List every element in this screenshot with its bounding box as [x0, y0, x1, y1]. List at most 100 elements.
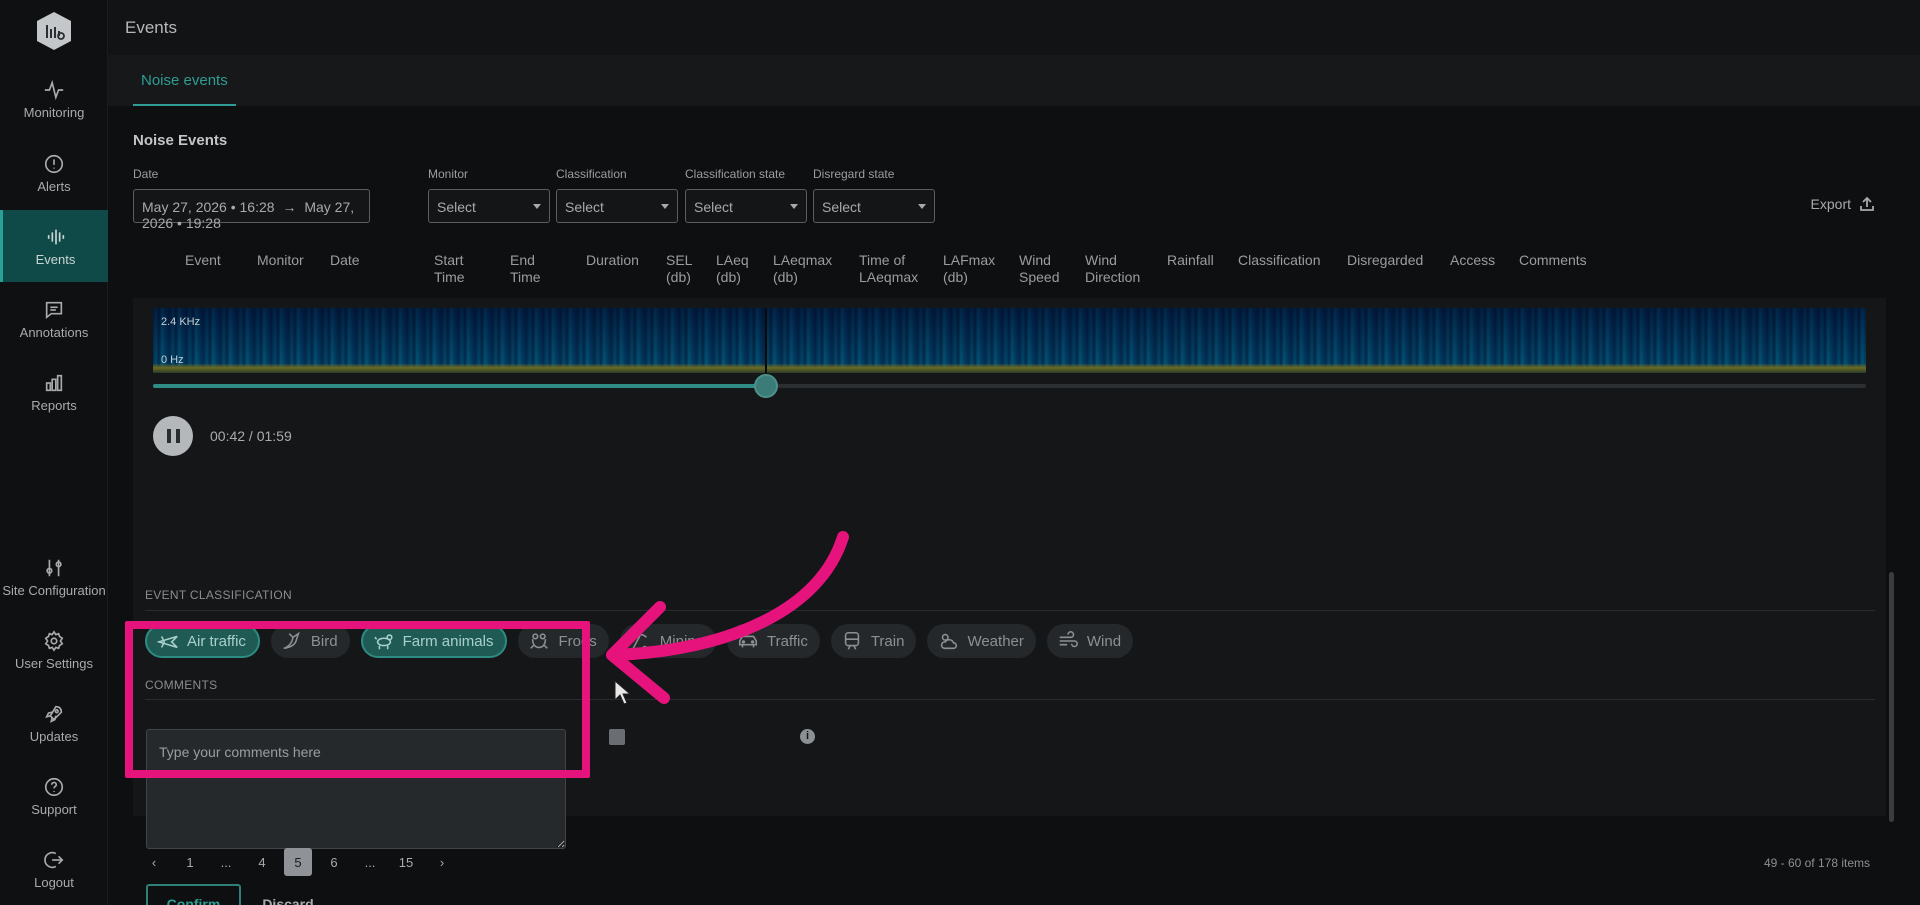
app-logo-icon[interactable] — [34, 10, 74, 52]
nav-updates[interactable]: Updates — [0, 687, 108, 759]
nav-user-settings[interactable]: User Settings — [0, 614, 108, 686]
pagination: ‹ 1 ... 4 5 6 ... 15 › — [140, 848, 456, 876]
nav-events[interactable]: Events — [0, 210, 108, 282]
nav-site-configuration-label: Site Configuration — [2, 582, 106, 598]
date-filter-label: Date — [133, 167, 159, 181]
train-icon — [844, 631, 860, 650]
chip-weather[interactable]: Weather — [927, 624, 1036, 658]
nav-logout[interactable]: Logout — [0, 833, 108, 905]
col-header-end-time[interactable]: End Time — [510, 252, 541, 286]
discard-button[interactable]: Discard — [248, 884, 328, 905]
mouse-cursor-icon — [614, 680, 632, 705]
nav-alerts-label: Alerts — [37, 178, 71, 194]
chevron-right-icon[interactable]: › — [428, 848, 456, 876]
wind-icon — [1059, 631, 1078, 648]
page-ellipsis: ... — [364, 854, 376, 870]
nav-user-settings-label: User Settings — [14, 655, 94, 671]
col-header-sel[interactable]: SEL (db) — [666, 252, 692, 286]
nav-annotations[interactable]: Annotations — [0, 283, 108, 355]
caret-down-icon — [918, 204, 926, 209]
col-header-event[interactable]: Event — [185, 252, 221, 269]
playhead-marker — [765, 308, 767, 373]
pause-button[interactable] — [153, 416, 193, 456]
section-title: Noise Events — [133, 132, 228, 149]
playback-progress — [153, 384, 767, 388]
page-link-current[interactable]: 5 — [284, 848, 312, 876]
page-link[interactable]: 15 — [392, 848, 420, 876]
top-header: Events — [108, 0, 1920, 55]
nav-monitoring[interactable]: Monitoring — [0, 63, 108, 135]
monitor-select-value: Select — [437, 199, 476, 215]
sliders-icon — [46, 559, 62, 576]
info-icon[interactable]: i — [800, 729, 815, 744]
disregard-state-value: Select — [822, 199, 861, 215]
col-header-wind-direction[interactable]: Wind Direction — [1085, 252, 1140, 286]
date-range-picker[interactable]: May 27, 2026 • 16:28 → May 27, 2026 • 19… — [133, 189, 370, 231]
confirm-button[interactable]: Confirm — [146, 884, 241, 905]
nav-site-configuration[interactable]: Site Configuration — [0, 541, 108, 613]
page-title: Events — [125, 18, 177, 37]
playback-slider[interactable] — [153, 374, 1866, 398]
cloud-sun-icon — [941, 633, 958, 650]
col-header-laeq[interactable]: LAeq (db) — [716, 252, 749, 286]
nav-logout-label: Logout — [34, 874, 74, 890]
chip-wind[interactable]: Wind — [1046, 624, 1134, 658]
pickaxe-icon — [631, 633, 648, 651]
rocket-icon — [45, 705, 63, 723]
main-panel: Noise Events Date May 27, 2026 • 16:28 →… — [108, 106, 1920, 905]
monitor-filter-label: Monitor — [428, 167, 469, 181]
col-header-classification[interactable]: Classification — [1238, 252, 1320, 269]
spectrogram-freq-high: 2.4 KHz — [161, 316, 201, 328]
playback-time: 00:42 / 01:59 — [210, 428, 292, 444]
pause-icon — [166, 429, 171, 443]
col-header-rainfall[interactable]: Rainfall — [1167, 252, 1214, 269]
chip-mining[interactable]: Mining — [619, 624, 716, 658]
col-header-access[interactable]: Access — [1450, 252, 1495, 269]
col-header-time-of-laeqmax[interactable]: Time of LAeqmax — [859, 252, 918, 286]
nav-annotations-label: Annotations — [19, 324, 89, 340]
chip-train[interactable]: Train — [830, 624, 917, 658]
classification-select[interactable]: Select — [556, 189, 678, 223]
tab-bar: Noise events — [108, 55, 1920, 106]
col-header-comments[interactable]: Comments — [1519, 252, 1587, 269]
caret-down-icon — [790, 204, 798, 209]
classification-state-value: Select — [694, 199, 733, 215]
nav-events-label: Events — [35, 251, 76, 267]
logout-icon — [44, 851, 64, 868]
classification-select-value: Select — [565, 199, 604, 215]
nav-reports[interactable]: Reports — [0, 356, 108, 428]
caret-down-icon — [661, 204, 669, 209]
export-label: Export — [1810, 196, 1851, 212]
tab-noise-events[interactable]: Noise events — [133, 55, 236, 106]
col-header-monitor[interactable]: Monitor — [257, 252, 304, 269]
page-link[interactable]: 4 — [248, 848, 276, 876]
scrollbar[interactable] — [1889, 572, 1894, 822]
col-header-lafmax[interactable]: LAFmax (db) — [943, 252, 995, 286]
page-link[interactable]: 6 — [320, 848, 348, 876]
page-link[interactable]: 1 — [176, 848, 204, 876]
export-button[interactable]: Export — [1811, 196, 1875, 212]
pagination-info: 49 - 60 of 178 items — [1763, 856, 1870, 870]
col-header-duration[interactable]: Duration — [586, 252, 639, 269]
bar-chart-icon — [45, 374, 63, 391]
chip-traffic[interactable]: Traffic — [726, 624, 820, 658]
col-header-disregarded[interactable]: Disregarded — [1347, 252, 1423, 269]
chevron-left-icon[interactable]: ‹ — [140, 848, 168, 876]
arrow-right-icon: → — [282, 199, 297, 215]
monitor-select[interactable]: Select — [428, 189, 550, 223]
checkbox[interactable] — [609, 729, 625, 745]
col-header-start-time[interactable]: Start Time — [434, 252, 465, 286]
help-circle-icon — [44, 777, 64, 796]
alert-circle-icon — [44, 154, 64, 173]
caret-down-icon — [533, 204, 541, 209]
disregard-state-select[interactable]: Select — [813, 189, 935, 223]
car-icon — [738, 635, 758, 648]
col-header-date[interactable]: Date — [330, 252, 360, 269]
classification-state-select[interactable]: Select — [685, 189, 807, 223]
nav-support[interactable]: Support — [0, 760, 108, 832]
playback-thumb[interactable] — [754, 374, 779, 398]
nav-alerts[interactable]: Alerts — [0, 137, 108, 209]
spectrogram[interactable]: 2.4 KHz 0 Hz — [153, 308, 1866, 373]
col-header-laeqmax[interactable]: LAeqmax (db) — [773, 252, 832, 286]
col-header-wind-speed[interactable]: Wind Speed — [1019, 252, 1059, 286]
